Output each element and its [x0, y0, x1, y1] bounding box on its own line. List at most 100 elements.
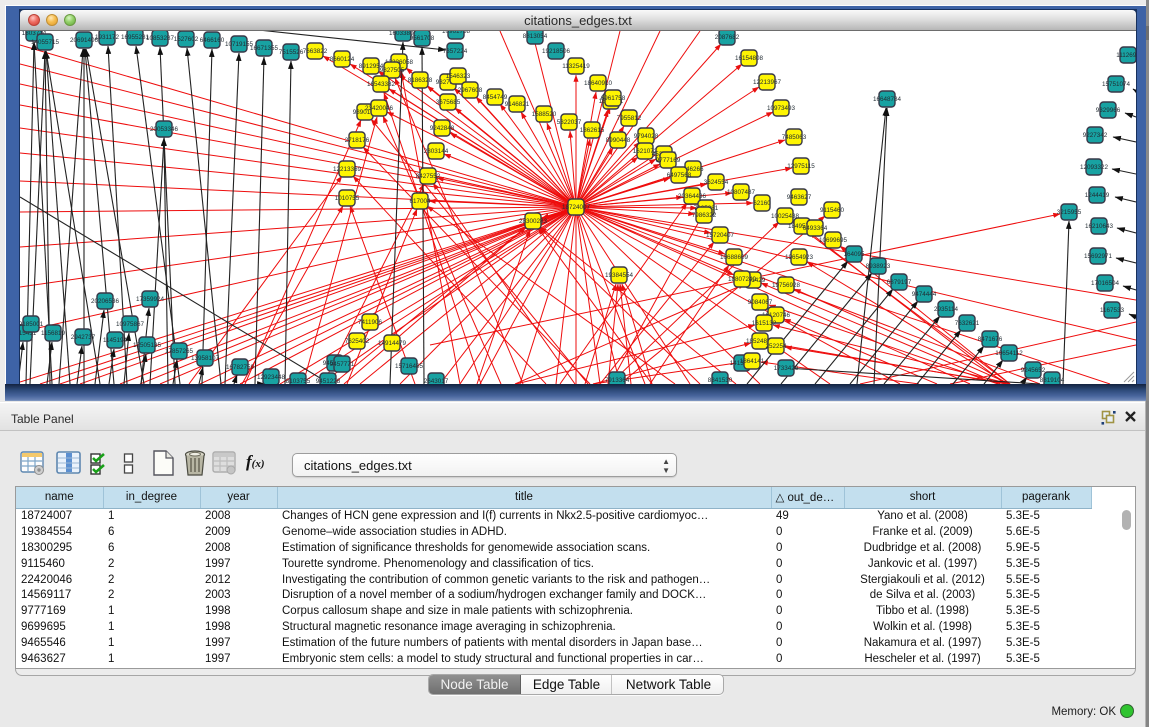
svg-text:19384554: 19384554	[605, 272, 634, 279]
svg-text:7515526: 7515526	[279, 49, 304, 56]
svg-text:9457771: 9457771	[330, 361, 355, 368]
svg-text:9084067: 9084067	[748, 299, 773, 306]
svg-text:9227342: 9227342	[1083, 132, 1108, 139]
svg-text:6497568: 6497568	[667, 172, 692, 179]
svg-text:1156819: 1156819	[41, 330, 66, 337]
svg-text:16543382: 16543382	[367, 81, 396, 88]
svg-text:15720407: 15720407	[706, 232, 735, 239]
svg-text:19218506: 19218506	[542, 48, 571, 55]
svg-text:17359924: 17359924	[136, 296, 165, 303]
svg-text:8186328: 8186328	[408, 77, 433, 84]
svg-text:1864141: 1864141	[740, 358, 765, 365]
svg-text:9329966: 9329966	[1096, 107, 1121, 114]
svg-text:18640910: 18640910	[584, 80, 613, 87]
svg-text:9115460: 9115460	[820, 207, 845, 214]
svg-text:1546323: 1546323	[446, 73, 471, 80]
svg-text:12505135: 12505135	[133, 342, 162, 349]
svg-text:1615132: 1615132	[752, 320, 777, 327]
svg-text:1733426: 1733426	[774, 365, 799, 372]
svg-text:16671355: 16671355	[250, 45, 279, 52]
svg-text:7663822: 7663822	[303, 48, 328, 55]
svg-text:10973493: 10973493	[767, 105, 796, 112]
svg-text:1112690: 1112690	[1116, 52, 1136, 59]
svg-text:7986322: 7986322	[692, 212, 717, 219]
svg-text:10654112: 10654112	[995, 350, 1023, 357]
svg-text:2967608: 2967608	[458, 87, 483, 94]
svg-text:7411906: 7411906	[358, 319, 383, 326]
svg-text:2087682: 2087682	[715, 34, 740, 41]
svg-text:18724007: 18724007	[562, 204, 591, 211]
svg-text:7357224: 7357224	[443, 48, 468, 55]
svg-text:18807249: 18807249	[728, 276, 757, 283]
svg-text:3675685: 3675685	[436, 99, 461, 106]
svg-text:10688609: 10688609	[720, 254, 749, 261]
svg-text:6961758: 6961758	[601, 95, 626, 102]
svg-text:1010755: 1010755	[335, 195, 360, 202]
svg-text:11325419: 11325419	[562, 63, 590, 70]
svg-text:12213967: 12213967	[753, 79, 782, 86]
svg-text:9561708: 9561708	[410, 35, 435, 42]
svg-text:164095: 164095	[843, 251, 865, 258]
svg-text:2803144: 2803144	[424, 148, 449, 155]
svg-text:1167533: 1167533	[1100, 307, 1125, 314]
svg-text:12213369: 12213369	[333, 166, 362, 173]
svg-text:7913364: 7913364	[605, 377, 630, 384]
svg-text:10699695: 10699695	[819, 237, 848, 244]
svg-text:2718176: 2718176	[345, 137, 370, 144]
svg-text:2942737: 2942737	[71, 334, 96, 341]
svg-text:1145194: 1145194	[103, 337, 128, 344]
svg-text:9827505: 9827505	[380, 67, 405, 74]
svg-text:8427552: 8427552	[416, 173, 441, 180]
svg-text:8454749: 8454749	[483, 94, 508, 101]
svg-text:8471676: 8471676	[978, 336, 1003, 343]
svg-text:9463627: 9463627	[787, 194, 812, 201]
svg-text:12093322: 12093322	[1080, 164, 1109, 171]
svg-text:9242848: 9242848	[430, 125, 455, 132]
svg-text:1362615: 1362615	[580, 127, 605, 134]
svg-text:10853287: 10853287	[146, 35, 175, 42]
svg-text:19654923: 19654923	[785, 254, 814, 261]
svg-text:8841530: 8841530	[708, 377, 733, 384]
svg-text:13958107: 13958107	[191, 355, 220, 362]
svg-text:8660124: 8660124	[330, 56, 355, 63]
svg-text:28300283: 28300283	[519, 218, 548, 225]
svg-text:2935114: 2935114	[934, 306, 959, 313]
svg-text:8938923: 8938923	[866, 263, 891, 270]
svg-text:6879197: 6879197	[887, 279, 912, 286]
svg-text:16154808: 16154808	[735, 55, 764, 62]
svg-text:20206536: 20206536	[91, 298, 120, 305]
svg-text:17857265: 17857265	[165, 348, 194, 355]
svg-text:1527602: 1527602	[174, 36, 199, 43]
svg-text:10961758: 10961758	[442, 31, 471, 35]
svg-text:9146821: 9146821	[505, 101, 530, 108]
svg-text:7485063: 7485063	[782, 134, 807, 141]
svg-text:8819104: 8819104	[1040, 377, 1065, 384]
svg-text:19756928: 19756928	[772, 282, 801, 289]
svg-text:1244419: 1244419	[1085, 192, 1110, 199]
svg-text:20364436: 20364436	[678, 193, 707, 200]
svg-text:1588520: 1588520	[532, 111, 557, 118]
svg-text:12975115: 12975115	[787, 163, 815, 170]
svg-text:7632621: 7632621	[955, 320, 980, 327]
svg-text:23420046: 23420046	[365, 105, 394, 112]
svg-text:14914479: 14914479	[378, 340, 407, 347]
svg-text:16648784: 16648784	[873, 96, 902, 103]
svg-text:16210643: 16210643	[1085, 223, 1114, 230]
svg-text:617004: 617004	[409, 198, 431, 205]
svg-text:7955812: 7955812	[617, 115, 642, 122]
svg-text:3624554: 3624554	[704, 179, 729, 186]
svg-text:15751074: 15751074	[1102, 81, 1131, 88]
svg-text:14055715: 14055715	[31, 39, 60, 46]
svg-text:20053346: 20053346	[150, 126, 179, 133]
svg-text:3215955: 3215955	[1057, 209, 1082, 216]
svg-text:8813054: 8813054	[523, 33, 548, 40]
svg-text:1931172: 1931172	[95, 34, 120, 41]
svg-text:9245652: 9245652	[1021, 367, 1046, 374]
svg-text:6466160: 6466160	[200, 37, 225, 44]
svg-text:5322037: 5322037	[557, 119, 582, 126]
svg-text:62160: 62160	[753, 200, 771, 207]
svg-text:9185001: 9185001	[20, 321, 44, 328]
svg-text:7625402: 7625402	[345, 338, 370, 345]
svg-text:6493364: 6493364	[803, 225, 828, 232]
svg-text:9474444: 9474444	[912, 291, 937, 298]
